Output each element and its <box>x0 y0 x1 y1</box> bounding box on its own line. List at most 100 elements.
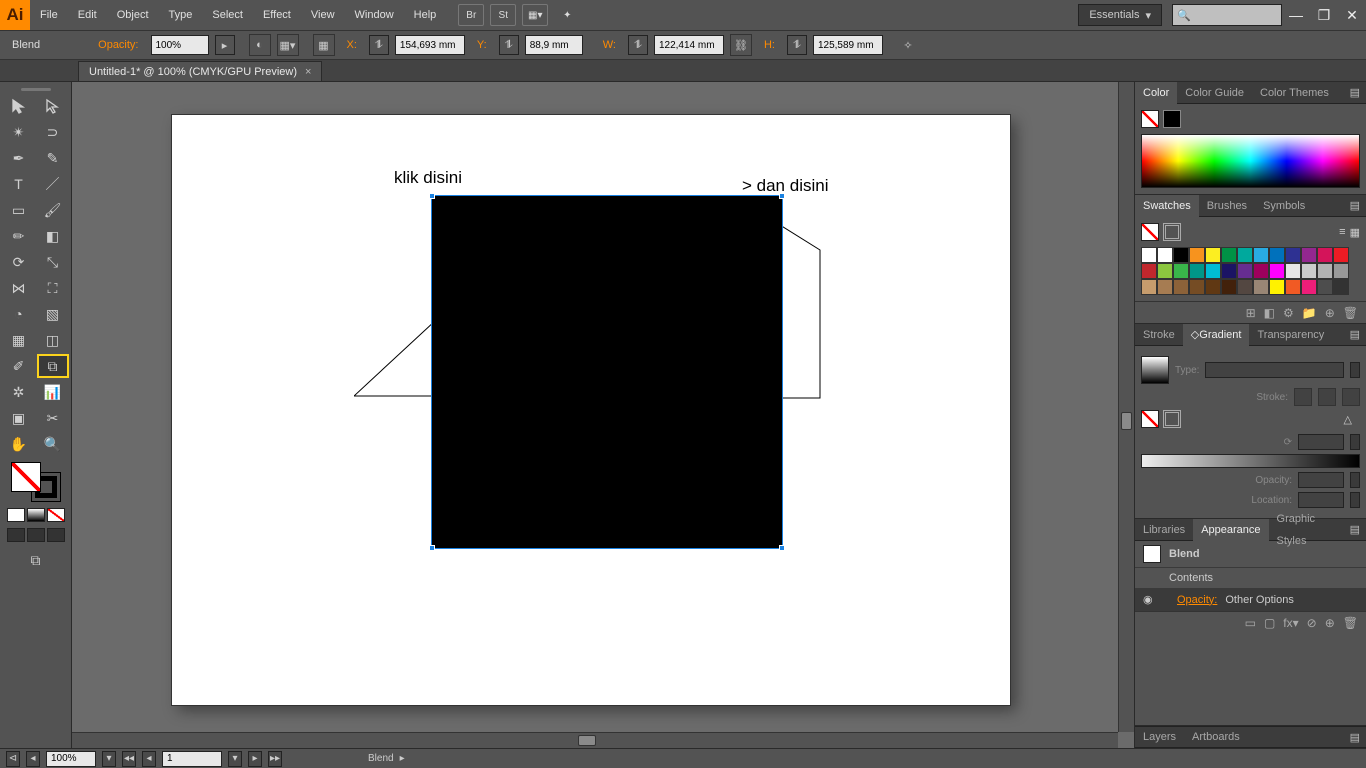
grad-location-input[interactable] <box>1298 492 1344 508</box>
pencil-tool[interactable]: ✏ <box>3 224 35 248</box>
stroke-grad-2[interactable] <box>1318 388 1336 406</box>
grad-fill[interactable] <box>1141 410 1159 428</box>
swatch-stroke[interactable] <box>1163 223 1181 241</box>
h-stepper[interactable]: ⥮ <box>787 35 807 55</box>
new-fill-icon[interactable]: ▭ <box>1245 616 1256 630</box>
swatch-cell[interactable] <box>1285 263 1301 279</box>
draw-inside[interactable] <box>47 528 65 542</box>
type-tool[interactable]: T <box>3 172 35 196</box>
aspect-drop[interactable] <box>1350 434 1360 450</box>
swatch-cell[interactable] <box>1253 263 1269 279</box>
rectangle-tool[interactable]: ▭ <box>3 198 35 222</box>
swatch-cell[interactable] <box>1333 247 1349 263</box>
panel-menu-icon[interactable]: ▤ <box>1344 731 1366 744</box>
free-transform-tool[interactable]: ⛶ <box>37 276 69 300</box>
transform-icon[interactable]: ▦▾ <box>277 34 299 56</box>
tab-transparency[interactable]: Transparency <box>1249 324 1332 346</box>
w-stepper[interactable]: ⥮ <box>628 35 648 55</box>
artboard-prev2[interactable]: ◂ <box>142 751 156 767</box>
direct-selection-tool[interactable] <box>37 94 69 118</box>
blend-tool[interactable]: ⧉ <box>37 354 69 378</box>
new-swatch-icon[interactable]: ⊕ <box>1325 306 1335 320</box>
stroke-grad-3[interactable] <box>1342 388 1360 406</box>
lasso-tool[interactable]: ⊃ <box>37 120 69 144</box>
symbol-sprayer-tool[interactable]: ✲ <box>3 380 35 404</box>
opacity-label[interactable]: Opacity: <box>92 39 144 51</box>
list-view-icon[interactable]: ≡ <box>1339 226 1345 238</box>
swatch-cell[interactable] <box>1173 279 1189 295</box>
swatch-cell[interactable] <box>1205 279 1221 295</box>
swatch-cell[interactable] <box>1221 263 1237 279</box>
grad-location-drop[interactable] <box>1350 492 1360 508</box>
swatch-cell[interactable] <box>1189 263 1205 279</box>
swatch-cell[interactable] <box>1141 263 1157 279</box>
perspective-tool[interactable]: ▧ <box>37 302 69 326</box>
x-input[interactable]: 154,693 mm <box>395 35 465 55</box>
close-tab-icon[interactable]: × <box>305 66 311 78</box>
artboard[interactable]: klik disini > dan disini <box>172 115 1010 705</box>
delete-icon[interactable]: 🗑 <box>1343 616 1358 630</box>
swatch-cell[interactable] <box>1157 279 1173 295</box>
swatch-cell[interactable] <box>1237 279 1253 295</box>
swatch-cell[interactable] <box>1301 263 1317 279</box>
hand-tool[interactable]: ✋ <box>3 432 35 456</box>
zoom-tool[interactable]: 🔍 <box>37 432 69 456</box>
gradient-preview[interactable] <box>1141 356 1169 384</box>
tab-color-guide[interactable]: Color Guide <box>1177 82 1252 104</box>
curvature-tool[interactable]: ✎ <box>37 146 69 170</box>
swatch-cell[interactable] <box>1141 279 1157 295</box>
swatch-cell[interactable] <box>1205 263 1221 279</box>
tab-color[interactable]: Color <box>1135 82 1177 104</box>
draw-behind[interactable] <box>27 528 45 542</box>
handle-tr[interactable] <box>779 193 785 199</box>
menu-view[interactable]: View <box>301 0 345 30</box>
swatch-cell[interactable] <box>1157 263 1173 279</box>
panel-menu-icon[interactable]: ▤ <box>1344 86 1366 99</box>
swatch-cell[interactable] <box>1269 247 1285 263</box>
tab-layers[interactable]: Layers <box>1135 726 1184 748</box>
search-box[interactable]: 🔍 <box>1172 4 1282 26</box>
gradient-type-drop[interactable] <box>1350 362 1360 378</box>
handle-br[interactable] <box>779 545 785 551</box>
swatch-cell[interactable] <box>1333 263 1349 279</box>
tab-appearance[interactable]: Appearance <box>1193 519 1268 541</box>
swatch-cell[interactable] <box>1221 279 1237 295</box>
swatch-cell[interactable] <box>1157 247 1173 263</box>
slice-tool[interactable]: ✂ <box>37 406 69 430</box>
fill-stroke-control[interactable] <box>11 462 61 502</box>
vertical-scrollbar[interactable] <box>1118 82 1134 732</box>
tab-symbols[interactable]: Symbols <box>1255 195 1313 217</box>
panel-menu-icon[interactable]: ▤ <box>1344 328 1366 341</box>
scale-tool[interactable]: ⤡ <box>37 250 69 274</box>
grad-stroke[interactable] <box>1163 410 1181 428</box>
menu-file[interactable]: File <box>30 0 68 30</box>
duplicate-icon[interactable]: ⊕ <box>1325 616 1335 630</box>
swatch-kind-icon[interactable]: ◧ <box>1264 306 1275 320</box>
add-effect-icon[interactable]: fx▾ <box>1283 616 1298 630</box>
line-tool[interactable]: ／ <box>37 172 69 196</box>
align-icon[interactable]: ▦ <box>313 34 335 56</box>
gradient-slider[interactable] <box>1141 454 1360 468</box>
grad-opacity-drop[interactable] <box>1350 472 1360 488</box>
menu-object[interactable]: Object <box>107 0 159 30</box>
column-graph-tool[interactable]: 📊 <box>37 380 69 404</box>
bridge-icon[interactable]: Br <box>458 4 484 26</box>
color-mode-solid[interactable] <box>7 508 25 522</box>
zoom-field[interactable]: 100% <box>46 751 96 767</box>
recolor-icon[interactable]: ◐ <box>249 34 271 56</box>
grad-opacity-input[interactable] <box>1298 472 1344 488</box>
swatch-cell[interactable] <box>1285 279 1301 295</box>
swatch-cell[interactable] <box>1317 263 1333 279</box>
color-stroke-swatch[interactable] <box>1163 110 1181 128</box>
artboard-tool[interactable]: ▣ <box>3 406 35 430</box>
artboard-drop[interactable]: ▾ <box>228 751 242 767</box>
tab-artboards[interactable]: Artboards <box>1184 726 1248 748</box>
close-button[interactable]: ✕ <box>1338 4 1366 26</box>
tab-color-themes[interactable]: Color Themes <box>1252 82 1337 104</box>
tab-libraries[interactable]: Libraries <box>1135 519 1193 541</box>
grid-view-icon[interactable]: ▦ <box>1350 226 1360 239</box>
swatch-cell[interactable] <box>1189 247 1205 263</box>
menu-effect[interactable]: Effect <box>253 0 301 30</box>
artboard-prev[interactable]: ◂◂ <box>122 751 136 767</box>
tab-gradient[interactable]: ◇Gradient <box>1183 324 1250 346</box>
